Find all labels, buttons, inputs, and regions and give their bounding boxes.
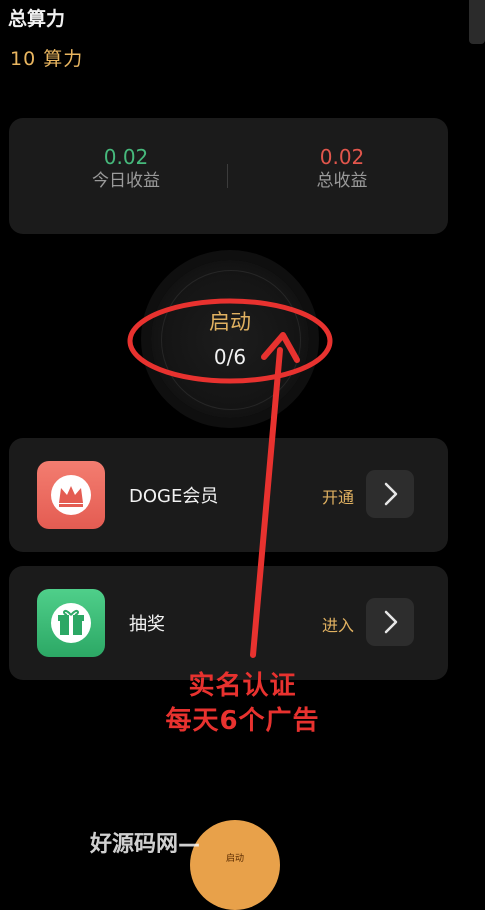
vip-title: DOGE会员 xyxy=(129,486,219,507)
total-earnings: 0.02 总收益 xyxy=(242,144,442,192)
today-earnings: 0.02 今日收益 xyxy=(26,144,226,192)
today-earnings-value: 0.02 xyxy=(103,145,149,169)
gift-icon xyxy=(37,589,105,657)
lottery-action-label: 进入 xyxy=(322,616,355,635)
divider xyxy=(227,164,228,188)
vip-arrow-button[interactable] xyxy=(366,470,414,518)
lottery-arrow-button[interactable] xyxy=(366,598,414,646)
annotation-line-1: 实名认证 xyxy=(188,671,297,701)
total-earnings-label: 总收益 xyxy=(316,171,368,191)
annotation-line-2: 每天6个广告 xyxy=(165,706,320,736)
vip-action-label: 开通 xyxy=(322,488,355,507)
start-count: 0/6 xyxy=(213,345,247,369)
chevron-right-icon xyxy=(384,482,398,506)
page-title: 总算力 xyxy=(8,8,66,30)
scrollbar[interactable] xyxy=(469,0,485,44)
lottery-row[interactable]: 抽奖 进入 xyxy=(9,566,448,680)
start-button-ring xyxy=(161,270,301,410)
lottery-title: 抽奖 xyxy=(129,614,165,635)
earnings-card: 0.02 今日收益 0.02 总收益 xyxy=(9,118,448,234)
crown-icon xyxy=(37,461,105,529)
total-power-value: 10 算力 xyxy=(10,48,84,70)
chevron-right-icon xyxy=(384,610,398,634)
today-earnings-label: 今日收益 xyxy=(92,171,160,191)
start-label: 启动 xyxy=(209,310,251,334)
watermark: 好源码网— xyxy=(90,832,201,857)
total-earnings-value: 0.02 xyxy=(319,145,365,169)
vip-row[interactable]: DOGE会员 开通 xyxy=(9,438,448,552)
